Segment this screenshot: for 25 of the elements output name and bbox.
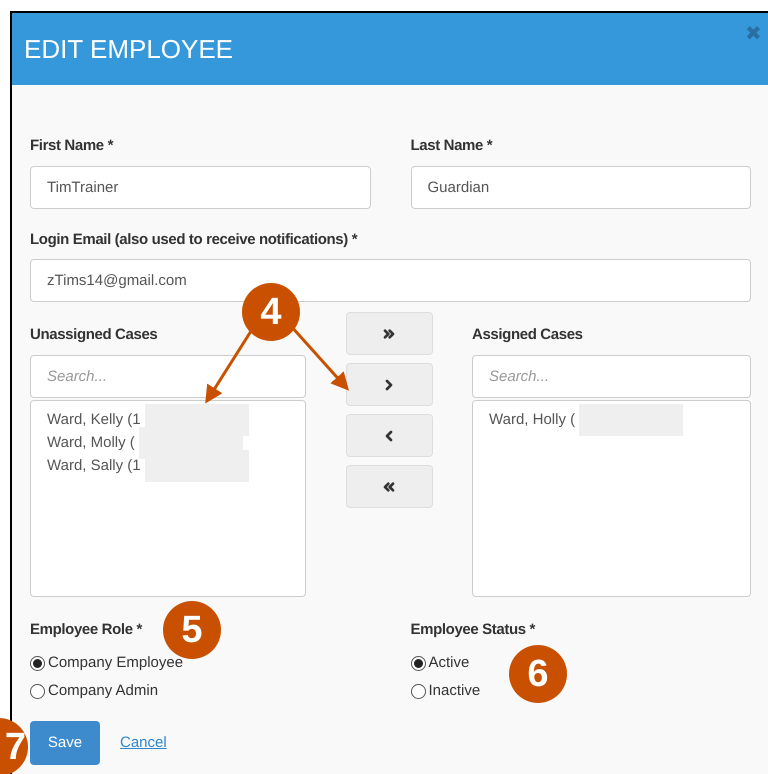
- radio-label: Active: [428, 652, 470, 673]
- radio-button[interactable]: [410, 684, 426, 698]
- field-label: Assigned Cases: [472, 325, 583, 345]
- case-item[interactable]: Ward, Sally (1: [47, 454, 141, 478]
- save-button[interactable]: Save: [30, 721, 100, 765]
- search-field[interactable]: Search...: [30, 354, 306, 398]
- search-field[interactable]: Search...: [472, 354, 751, 398]
- cancel-link[interactable]: Cancel: [120, 732, 167, 754]
- dialog-title: EDIT EMPLOYEE: [24, 32, 234, 66]
- radio-button[interactable]: [30, 684, 45, 698]
- radio-label: Inactive: [428, 680, 480, 701]
- radio-button[interactable]: [410, 656, 426, 670]
- field-label: Unassigned Cases: [30, 325, 158, 345]
- case-item[interactable]: Ward, Kelly (1: [47, 408, 141, 432]
- text-field[interactable]: TimTrainer: [30, 166, 370, 208]
- case-item[interactable]: Ward, Holly (: [489, 408, 576, 432]
- field-label: Employee Role *: [30, 620, 142, 640]
- field-label: First Name *: [30, 136, 114, 156]
- field-label: Last Name *: [410, 136, 492, 156]
- field-label: Employee Status *: [410, 620, 536, 640]
- case-item[interactable]: Ward, Molly (: [47, 432, 135, 454]
- field-label: Login Email (also used to receive notifications) *: [30, 230, 358, 250]
- text-field[interactable]: Guardian: [410, 166, 751, 208]
- radio-label: Company Admin: [48, 680, 158, 701]
- radio-button[interactable]: [30, 656, 45, 670]
